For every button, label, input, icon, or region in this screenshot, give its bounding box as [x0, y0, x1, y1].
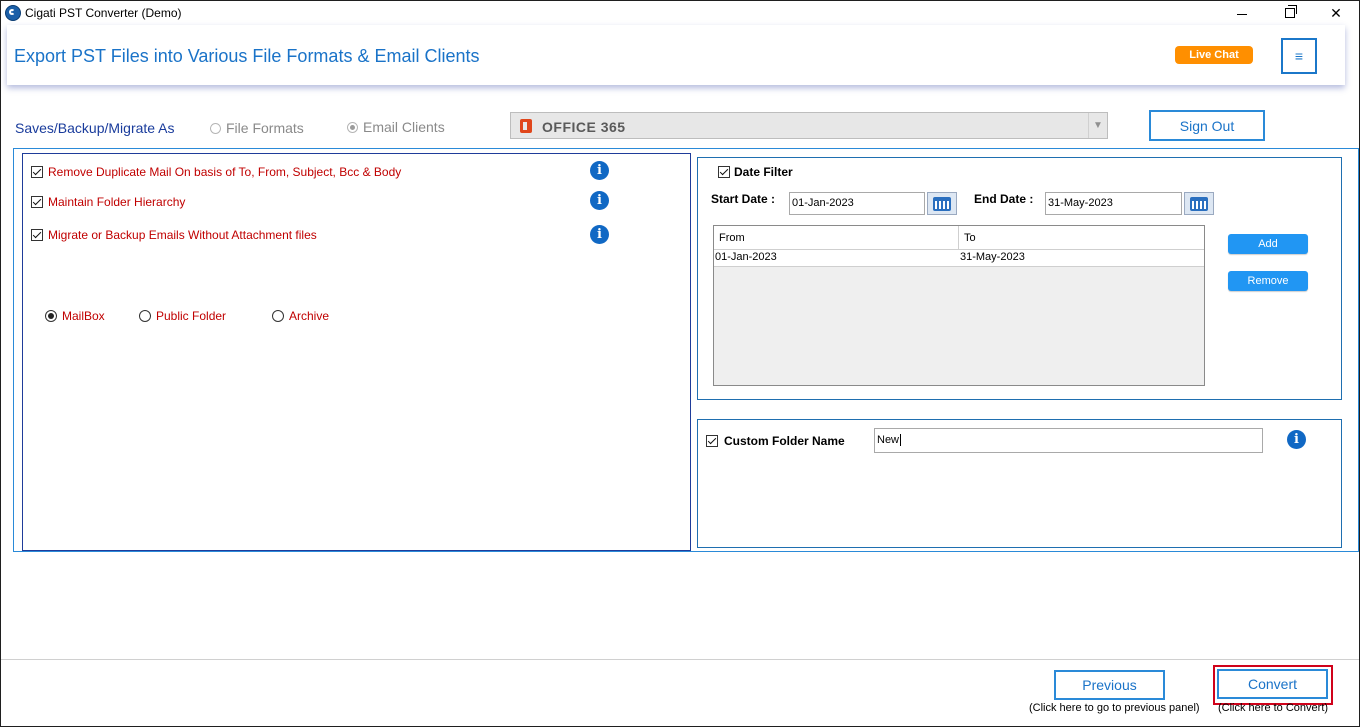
convert-hint: (Click here to Convert) [1218, 702, 1329, 714]
page-title: Export PST Files into Various File Forma… [14, 46, 480, 66]
app-logo-icon [5, 5, 21, 21]
info-icon[interactable]: i [590, 191, 609, 210]
window-title: Cigati PST Converter (Demo) [25, 6, 182, 20]
radio-label: Archive [289, 309, 330, 323]
option-label: Remove Duplicate Mail On basis of To, Fr… [48, 165, 402, 179]
header-banner: Export PST Files into Various File Forma… [7, 25, 1345, 85]
option-label: Maintain Folder Hierarchy [48, 195, 186, 209]
option-remove-duplicates[interactable]: Remove Duplicate Mail On basis of To, Fr… [31, 165, 401, 179]
column-header-to: To [964, 232, 976, 244]
live-chat-button[interactable]: Live Chat [1175, 46, 1253, 64]
date-filter-toggle[interactable]: Date Filter [718, 165, 793, 179]
radio-label: File Formats [226, 120, 304, 136]
custom-folder-toggle[interactable]: Custom Folder Name [706, 434, 845, 448]
option-label: Migrate or Backup Emails Without Attachm… [48, 228, 317, 242]
checkbox[interactable] [31, 196, 43, 208]
minimize-button[interactable] [1219, 1, 1265, 25]
radio-indicator [45, 310, 57, 322]
minimize-icon [1237, 13, 1247, 15]
option-folder-hierarchy[interactable]: Maintain Folder Hierarchy [31, 195, 185, 209]
info-icon[interactable]: i [1287, 430, 1306, 449]
radio-label: MailBox [62, 309, 105, 323]
close-button[interactable]: ✕ [1313, 1, 1359, 25]
restore-icon [1285, 5, 1297, 18]
checkbox[interactable] [706, 435, 718, 447]
table-row[interactable]: 01-Jan-2023 31-May-2023 [714, 250, 1204, 267]
radio-public-folder[interactable]: Public Folder [139, 309, 226, 323]
radio-archive[interactable]: Archive [272, 309, 329, 323]
checkbox[interactable] [31, 229, 43, 241]
text-caret [900, 434, 902, 447]
start-date-calendar-button[interactable] [927, 192, 957, 215]
info-icon[interactable]: i [590, 225, 609, 244]
maximize-button[interactable] [1267, 1, 1313, 25]
start-date-label: Start Date : [711, 192, 776, 206]
remove-date-button[interactable]: Remove [1228, 271, 1308, 291]
saves-label: Saves/Backup/Migrate As [15, 120, 175, 136]
info-icon[interactable]: i [590, 161, 609, 180]
options-panel [22, 153, 691, 551]
sign-out-button[interactable]: Sign Out [1149, 110, 1265, 141]
footer-divider [1, 659, 1359, 660]
custom-folder-value: New [877, 434, 900, 446]
end-date-label: End Date : [974, 192, 1034, 206]
chevron-down-icon[interactable]: ▼ [1088, 113, 1107, 138]
radio-indicator [347, 121, 358, 133]
previous-hint: (Click here to go to previous panel) [1029, 702, 1200, 714]
checkbox[interactable] [31, 166, 43, 178]
title-bar: Cigati PST Converter (Demo) ✕ [1, 1, 1359, 25]
radio-label: Email Clients [363, 119, 445, 135]
option-no-attachments[interactable]: Migrate or Backup Emails Without Attachm… [31, 228, 317, 242]
checkbox[interactable] [718, 166, 730, 178]
calendar-icon [1190, 196, 1208, 211]
office-365-icon [520, 119, 532, 133]
calendar-icon [933, 196, 951, 211]
menu-button[interactable]: ≡ [1281, 38, 1317, 74]
radio-mailbox[interactable]: MailBox [45, 309, 105, 323]
start-date-input[interactable]: 01-Jan-2023 [789, 192, 925, 215]
cell-to: 31-May-2023 [960, 251, 1025, 263]
end-date-input[interactable]: 31-May-2023 [1045, 192, 1182, 215]
add-date-button[interactable]: Add [1228, 234, 1308, 254]
close-icon: ✕ [1330, 4, 1342, 21]
radio-file-formats[interactable]: File Formats [210, 120, 304, 136]
custom-folder-label: Custom Folder Name [724, 434, 845, 448]
convert-button[interactable]: Convert [1217, 669, 1328, 699]
previous-button[interactable]: Previous [1054, 670, 1165, 700]
column-header-from: From [719, 232, 745, 244]
hamburger-icon: ≡ [1294, 48, 1304, 64]
date-filter-label: Date Filter [734, 165, 793, 179]
custom-folder-input[interactable]: New [874, 428, 1263, 453]
destination-select[interactable]: OFFICE 365 ▼ [510, 112, 1108, 139]
cell-from: 01-Jan-2023 [715, 251, 777, 263]
app-window: Cigati PST Converter (Demo) ✕ Export PST… [0, 0, 1360, 727]
radio-email-clients[interactable]: Email Clients [347, 119, 445, 135]
radio-indicator [272, 310, 284, 322]
table-header: From To [714, 226, 1204, 250]
radio-indicator [139, 310, 151, 322]
end-date-calendar-button[interactable] [1184, 192, 1214, 215]
destination-value: OFFICE 365 [542, 119, 626, 135]
date-range-table[interactable]: From To 01-Jan-2023 31-May-2023 [713, 225, 1205, 386]
radio-label: Public Folder [156, 309, 227, 323]
radio-indicator [210, 122, 221, 134]
